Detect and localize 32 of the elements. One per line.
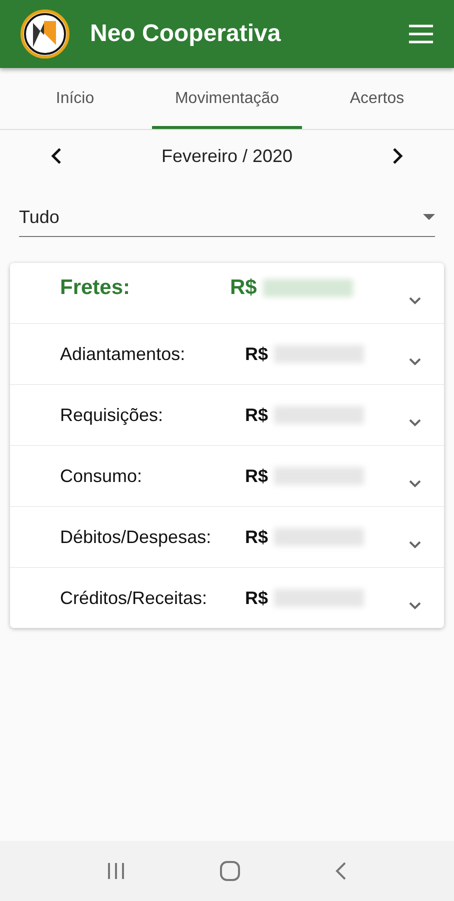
category-label: Consumo: [60, 466, 144, 486]
next-icon[interactable] [392, 147, 404, 165]
month-label: Fevereiro / 2020 [161, 146, 293, 166]
expand-button[interactable] [408, 296, 422, 304]
currency-label: R$ [245, 404, 268, 426]
category-label: Créditos/Receitas: [60, 588, 208, 608]
back-icon[interactable] [334, 861, 348, 881]
category-label: Débitos/Despesas: [60, 526, 212, 548]
expand-button[interactable] [408, 478, 422, 488]
category-label: Adiantamentos: [60, 344, 186, 364]
tab[interactable]: Acertos [302, 68, 452, 129]
category-label: Fretes: [60, 276, 132, 300]
recent-apps-icon[interactable] [106, 862, 126, 880]
logo-icon [20, 9, 70, 59]
app-title: Neo Cooperativa [90, 20, 282, 48]
expand-button[interactable] [408, 600, 422, 610]
category-label: Requisições: [60, 404, 164, 426]
currency-label: R$ [230, 276, 257, 300]
home-icon[interactable] [218, 860, 241, 882]
dropdown-icon [423, 214, 435, 220]
menu-icon[interactable] [408, 24, 434, 44]
expand-button[interactable] [408, 540, 422, 548]
currency-label: R$ [245, 526, 268, 548]
currency-label: R$ [245, 466, 268, 486]
expand-button[interactable] [408, 418, 422, 426]
expand-button[interactable] [408, 356, 422, 366]
tab[interactable]: Movimentação [152, 68, 302, 129]
currency-label: R$ [245, 344, 268, 364]
filter-select[interactable]: Tudo [19, 198, 435, 237]
tab[interactable]: Início [0, 68, 150, 129]
previous-icon[interactable] [50, 147, 62, 165]
currency-label: R$ [245, 588, 268, 608]
